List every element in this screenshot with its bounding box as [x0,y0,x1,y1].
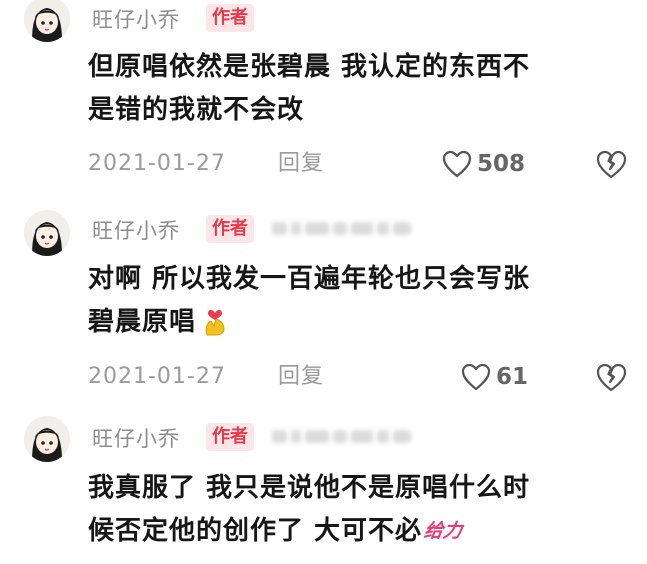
author-badge: 作者 [206,4,254,32]
like-count: 61 [496,364,529,390]
broken-heart-icon[interactable] [594,360,628,394]
heart-outline-icon [442,150,472,178]
broken-heart-icon[interactable] [594,147,628,181]
geili-emoji: 给力 [422,520,464,542]
blurred-text [272,430,411,443]
username[interactable]: 旺仔小乔 [92,423,180,453]
like-button[interactable]: 508 [441,147,525,181]
comment-line-text: 碧晨原唱 [88,307,197,337]
comment-text: 对啊 所以我发一百遍年轮也只会写张 碧晨原唱 [88,258,618,344]
username[interactable]: 旺仔小乔 [92,4,180,34]
comment-line: 对啊 所以我发一百遍年轮也只会写张 [88,264,531,294]
comment-line: 我真服了 我只是说他不是原唱什么时 [88,473,531,503]
author-badge: 作者 [206,215,254,243]
comment-meta: 2021-01-27 回复 508 [88,147,628,181]
like-button[interactable]: 61 [460,360,528,394]
heart-hands-sticker [205,310,225,336]
blurred-text [272,222,411,235]
comment-text: 但原唱依然是张碧晨 我认定的东西不 是错的我就不会改 [88,46,618,132]
comment-line: 候否定他的创作了 大可不必给力 [88,510,618,553]
reply-button[interactable]: 回复 [278,360,324,394]
like-count: 508 [477,151,526,177]
avatar[interactable] [24,210,70,256]
avatar[interactable] [24,416,70,462]
comment-line: 是错的我就不会改 [88,95,305,125]
avatar[interactable] [24,0,70,42]
comment-date: 2021-01-27 [88,151,226,176]
comment-meta: 2021-01-27 回复 61 [88,360,628,394]
reply-button[interactable]: 回复 [278,147,324,181]
comment-line: 碧晨原唱 [88,301,618,344]
comment-thread: 旺仔小乔 作者 但原唱依然是张碧晨 我认定的东西不 是错的我就不会改 2021-… [0,0,647,564]
comment-line-text: 候否定他的创作了 大可不必 [88,516,423,546]
comment-text: 我真服了 我只是说他不是原唱什么时 候否定他的创作了 大可不必给力 [88,467,618,553]
author-badge: 作者 [206,423,254,451]
comment-date: 2021-01-27 [88,364,226,389]
username[interactable]: 旺仔小乔 [92,215,180,245]
comment-line: 但原唱依然是张碧晨 我认定的东西不 [88,52,531,82]
heart-outline-icon [461,363,491,391]
